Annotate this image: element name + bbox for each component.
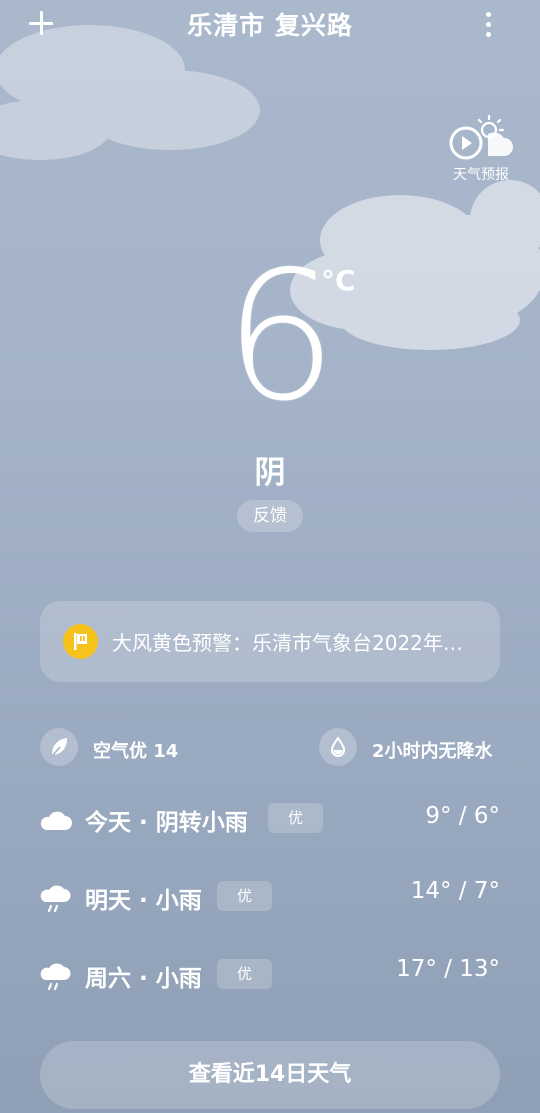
precipitation-text[interactable]: 2小时内无降水 (372, 737, 493, 763)
weather-video-button[interactable]: 天气预报 (444, 112, 518, 184)
location-title[interactable]: 乐清市 复兴路 (0, 6, 540, 42)
cloud-icon (40, 811, 72, 830)
forecast-row-saturday[interactable]: 周六 · 小雨 优 17° / 13° (38, 956, 500, 996)
temperature-unit: °C (321, 264, 356, 297)
light-rain-icon (40, 885, 71, 913)
air-quality-text[interactable]: 空气优 14 (93, 737, 178, 763)
alert-text: 大风黄色预警：乐清市气象台2022年… (112, 631, 463, 655)
forecast-row-today[interactable]: 今天 · 阴转小雨 优 9° / 6° (38, 800, 500, 840)
video-label: 天气预报 (453, 167, 509, 183)
forecast-row-tomorrow[interactable]: 明天 · 小雨 优 14° / 7° (38, 878, 500, 918)
water-drop-icon (319, 728, 357, 766)
current-temperature: 6 (224, 233, 337, 440)
top-bar: 乐清市 复兴路 (0, 0, 540, 50)
forecast-temps: 9° / 6° (425, 803, 500, 829)
aq-badge: 优 (217, 959, 272, 989)
more-menu-icon[interactable] (478, 10, 498, 38)
forecast-label: 今天 · 阴转小雨 (85, 810, 248, 836)
warning-flag-icon (63, 624, 98, 659)
feedback-button[interactable]: 反馈 (237, 500, 303, 532)
forecast-label: 明天 · 小雨 (85, 888, 202, 914)
current-condition: 阴 (254, 455, 286, 491)
light-rain-icon (40, 963, 71, 991)
forecast-temps: 17° / 13° (396, 956, 500, 982)
aq-badge: 优 (268, 803, 323, 833)
weather-alert-banner[interactable]: 大风黄色预警：乐清市气象台2022年… (40, 601, 500, 682)
view-14-day-forecast-button[interactable]: 查看近14日天气 (40, 1041, 500, 1109)
forecast-temps: 14° / 7° (410, 878, 500, 904)
leaf-icon (40, 728, 78, 766)
aq-badge: 优 (217, 881, 272, 911)
forecast-label: 周六 · 小雨 (85, 966, 202, 992)
video-weather-icon (449, 114, 513, 160)
